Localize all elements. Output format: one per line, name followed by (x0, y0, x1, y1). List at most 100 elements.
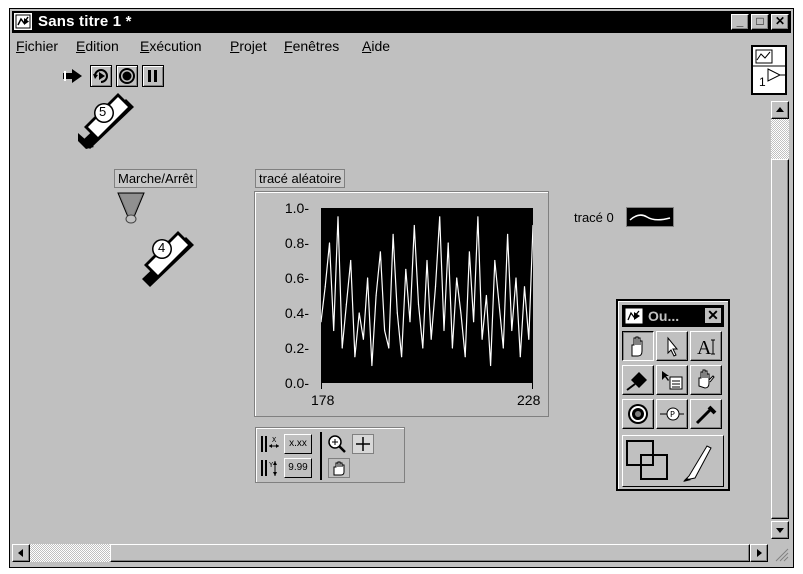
svg-text:P: P (670, 410, 675, 419)
text-tool-icon[interactable]: A (690, 331, 722, 361)
scroll-track[interactable] (771, 119, 789, 159)
title-bar[interactable]: Sans titre 1 * _ □ ✕ (12, 11, 791, 33)
scroll-track[interactable] (30, 544, 110, 562)
scroll-down-button[interactable] (771, 521, 789, 539)
run-arrow-icon[interactable] (62, 65, 86, 87)
menu-fenetres[interactable]: Fenêtres (284, 38, 339, 54)
plot-svg (320, 216, 534, 367)
color-copy-tool-icon[interactable] (690, 399, 722, 429)
data-point (468, 251, 470, 253)
horizontal-scrollbar[interactable] (12, 543, 770, 563)
labview-vi-icon[interactable] (14, 13, 32, 30)
y-autoscale-icon[interactable]: Y (260, 458, 280, 478)
zoom-icon[interactable] (326, 434, 348, 454)
data-point (379, 251, 381, 253)
shortcut-menu-tool-icon[interactable] (656, 365, 688, 395)
data-point (490, 364, 492, 367)
data-point (447, 242, 449, 244)
stop-button-label[interactable]: Marche/Arrêt (114, 169, 198, 188)
data-point (464, 356, 466, 358)
scroll-right-button[interactable] (750, 544, 768, 562)
y-tick-label: 0.6- (284, 270, 309, 286)
data-point (328, 242, 331, 244)
operate-value-tool-icon[interactable] (622, 331, 654, 361)
menu-edition-mnemonic: E (76, 38, 86, 54)
tools-palette-close-button[interactable]: ✕ (704, 307, 722, 324)
menu-execution[interactable]: Exécution (140, 38, 202, 54)
maximize-button[interactable]: □ (751, 14, 769, 30)
pause-icon[interactable] (142, 65, 164, 87)
menu-projet-mnemonic: P (230, 38, 240, 54)
data-point (350, 259, 352, 262)
minimize-button[interactable]: _ (731, 14, 749, 30)
tools-palette-titlebar[interactable]: Ou... ✕ (622, 305, 724, 327)
scroll-hand-tool-icon[interactable] (690, 365, 722, 395)
breakpoint-tool-icon[interactable] (622, 399, 654, 429)
data-point (396, 312, 398, 314)
data-point (511, 329, 513, 332)
x-tick-label: 228 (517, 392, 541, 408)
menu-edition-label: dition (85, 38, 119, 54)
abort-icon[interactable] (116, 65, 138, 87)
scroll-thumb[interactable] (771, 159, 789, 519)
scroll-thumb[interactable] (110, 544, 750, 562)
y-tick-label: 1.0- (284, 200, 309, 216)
data-point (494, 259, 496, 262)
data-point (498, 303, 500, 305)
vertical-scrollbar[interactable] (770, 101, 790, 541)
resize-grip-icon[interactable] (770, 543, 790, 563)
menu-execution-label: xécution (149, 38, 202, 54)
legend-label: tracé 0 (574, 210, 614, 225)
menu-edition[interactable]: Edition (76, 38, 119, 54)
y-tick-label: 0.4- (284, 305, 309, 321)
menu-aide[interactable]: Aide (362, 38, 390, 54)
data-point (507, 233, 509, 235)
y-format-button[interactable]: 9.99 (284, 458, 312, 478)
menu-fichier[interactable]: Fichier (16, 38, 58, 54)
y-tick-label: 0.2- (284, 340, 309, 356)
plot-legend[interactable]: tracé 0 (570, 207, 678, 229)
tools-palette[interactable]: Ou... ✕ A P (616, 299, 730, 491)
graph-label[interactable]: tracé aléatoire (255, 169, 346, 188)
run-continuously-icon[interactable] (90, 65, 112, 87)
data-point (409, 321, 411, 323)
data-point (333, 329, 335, 332)
vi-icon-number: 1 (759, 75, 766, 89)
probe-tool-icon[interactable]: P (656, 399, 688, 429)
series-line-0 (320, 216, 534, 366)
waveform-chart[interactable]: 1.0- 0.8- 0.6- 0.4- 0.2- 0.0- 178 228 (254, 191, 549, 417)
vi-connector-icon[interactable]: 1 (751, 45, 787, 95)
callout-4-number: 4 (158, 240, 166, 255)
data-point (422, 347, 424, 349)
data-point (523, 286, 526, 288)
data-point (413, 224, 415, 227)
x-format-button[interactable]: x.xx (284, 434, 312, 454)
close-button[interactable]: ✕ (771, 14, 789, 30)
menu-execution-mnemonic: E (140, 38, 150, 54)
stop-toggle-button[interactable] (116, 191, 146, 225)
data-point (401, 356, 403, 358)
plot-area[interactable] (320, 208, 534, 383)
position-tool-icon[interactable] (656, 331, 688, 361)
data-point (519, 356, 521, 358)
wiring-tool-icon[interactable] (622, 365, 654, 395)
menu-projet[interactable]: Projet (230, 38, 267, 54)
data-point (515, 277, 517, 279)
x-autoscale-icon[interactable]: X (260, 434, 280, 454)
callout-4: 4 (138, 225, 194, 287)
legend-swatch[interactable] (626, 207, 674, 227)
data-point (358, 312, 360, 314)
data-point (367, 277, 369, 279)
menu-fenetres-mnemonic: F (284, 38, 293, 54)
scroll-up-button[interactable] (771, 101, 789, 119)
menu-projet-label: rojet (239, 38, 267, 54)
svg-text:A: A (697, 337, 712, 359)
data-point (405, 268, 407, 270)
coloring-tool[interactable] (622, 435, 724, 487)
data-point (362, 338, 364, 340)
menu-fenetres-label: enêtres (292, 38, 340, 54)
data-point (337, 216, 339, 218)
pan-hand-icon[interactable] (328, 458, 350, 478)
crosshair-cursor-icon[interactable] (352, 434, 374, 454)
scroll-left-button[interactable] (12, 544, 30, 562)
